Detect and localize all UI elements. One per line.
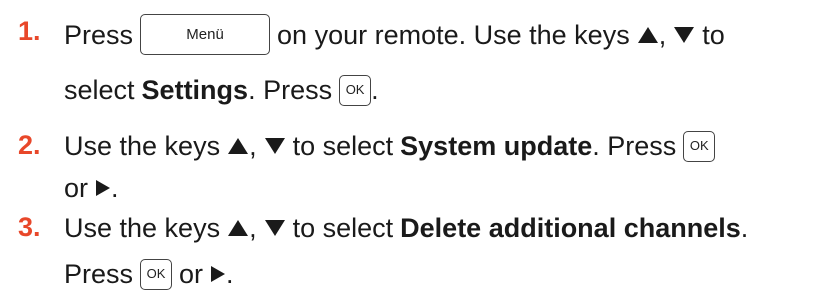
down-triangle-icon (264, 137, 286, 155)
step-1-comma: , (658, 19, 667, 50)
step-3-select-text: to select (292, 213, 394, 243)
step-3-period2: . (226, 259, 234, 289)
step-1-period: . (371, 75, 379, 105)
step-2-line-2: or . (64, 170, 814, 206)
step-2-press-text: . Press (592, 131, 677, 161)
right-triangle-icon (210, 265, 226, 283)
step-3-comma: , (249, 213, 257, 243)
step-1-press2-text: . Press (248, 75, 333, 105)
system-update-label: System update (400, 131, 593, 161)
ok-key: OK (683, 130, 716, 162)
step-1-select-text: select (64, 75, 135, 105)
step-3-number: 3. (18, 212, 41, 242)
step-1-number: 1. (18, 16, 41, 46)
step-3-press-text: Press (64, 259, 134, 289)
step-2-number: 2. (18, 130, 41, 160)
right-triangle-icon (95, 179, 111, 197)
up-triangle-icon (227, 219, 249, 237)
step-1-press-text: Press (64, 19, 134, 50)
ok-key: OK (140, 258, 173, 290)
step-2-period: . (111, 173, 119, 203)
step-2-or-text: or (64, 173, 89, 203)
step-1-line-1: Press Menü on your remote. Use the keys … (64, 14, 814, 55)
up-triangle-icon (637, 26, 659, 44)
step-2-select-text: to select (292, 131, 394, 161)
step-3-or-text: or (179, 259, 204, 289)
step-1-line-2: select Settings . Press OK . (64, 72, 814, 108)
step-2-line-1: Use the keys , to select System update .… (64, 128, 814, 164)
step-1-remote-text: on your remote. Use the keys (277, 19, 630, 50)
step-2-use-keys-text: Use the keys (64, 131, 221, 161)
step-3-use-keys-text: Use the keys (64, 213, 221, 243)
step-3-line-1: Use the keys , to select Delete addition… (64, 210, 814, 246)
ok-key: OK (339, 74, 372, 106)
step-3-line-2: Press OK or . (64, 256, 814, 292)
settings-label: Settings (141, 75, 249, 105)
step-2-comma: , (249, 131, 257, 161)
step-3-period: . (740, 213, 749, 243)
menu-key: Menü (140, 14, 271, 55)
step-1-to-text: to (702, 19, 725, 50)
down-triangle-icon (264, 219, 286, 237)
up-triangle-icon (227, 137, 249, 155)
delete-additional-channels-label: Delete additional channels (400, 213, 741, 243)
down-triangle-icon (673, 26, 695, 44)
